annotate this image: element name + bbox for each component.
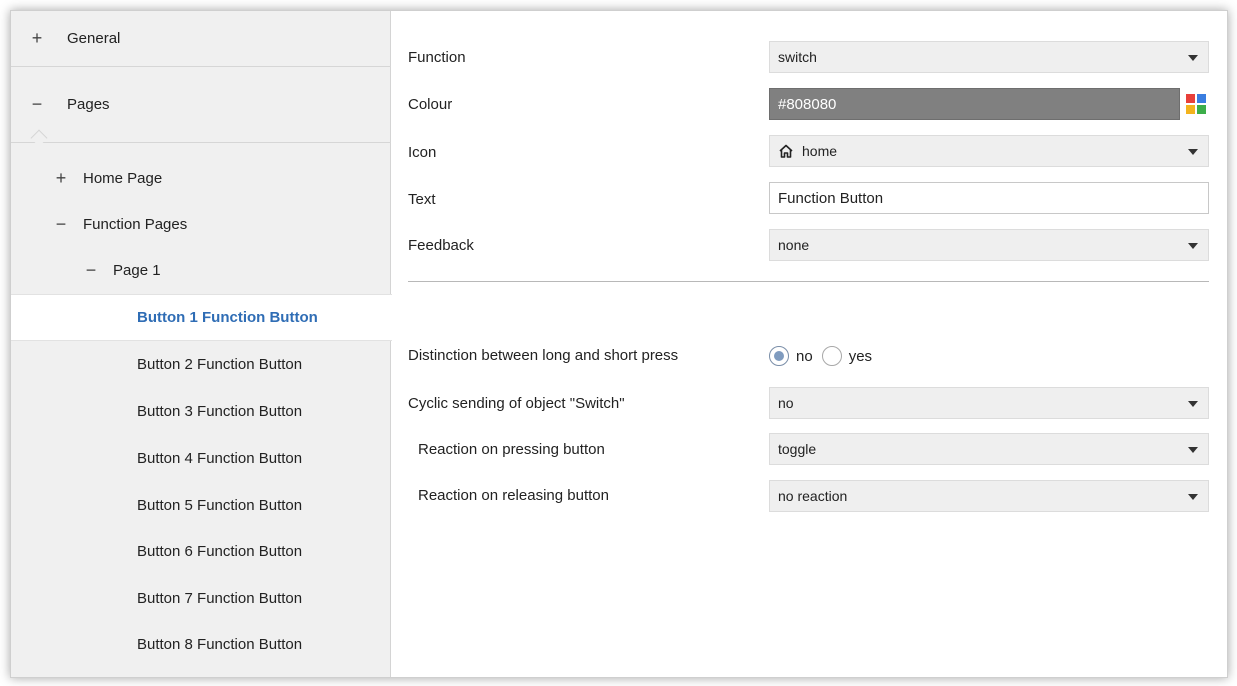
reaction-press-value: toggle: [778, 441, 817, 457]
sidebar-item-label: General: [67, 30, 121, 47]
colour-field[interactable]: #808080: [769, 88, 1180, 120]
radio-yes-label[interactable]: yes: [849, 348, 872, 365]
sidebar-item-label: Pages: [67, 96, 110, 113]
palette-swatch: [1186, 105, 1195, 114]
sidebar-item-button-2[interactable]: Button 2 Function Button: [11, 342, 391, 386]
feedback-value: none: [778, 237, 810, 253]
cyclic-label: Cyclic sending of object "Switch": [408, 395, 625, 412]
sidebar-item-button-8[interactable]: Button 8 Function Button: [11, 622, 391, 666]
sidebar-item-button-3[interactable]: Button 3 Function Button: [11, 389, 391, 433]
sidebar-item-label: Button 6 Function Button: [137, 542, 303, 560]
sidebar-item-function-pages[interactable]: − Function Pages: [11, 202, 391, 246]
text-label: Text: [408, 191, 436, 208]
cyclic-select[interactable]: no: [769, 387, 1209, 419]
reaction-release-label: Reaction on releasing button: [418, 487, 609, 504]
sidebar-item-page-1[interactable]: − Page 1: [11, 248, 391, 292]
sidebar: + General − Pages + Home Page − Function…: [11, 11, 392, 677]
reaction-release-select[interactable]: no reaction: [769, 480, 1209, 512]
window-frame: + General − Pages + Home Page − Function…: [10, 10, 1228, 678]
colour-palette-icon[interactable]: [1186, 94, 1206, 114]
text-input-value: Function Button: [778, 189, 884, 207]
text-input[interactable]: Function Button: [769, 182, 1209, 214]
function-value: switch: [778, 49, 817, 65]
sidebar-item-label: Function Pages: [83, 215, 188, 233]
reaction-press-label: Reaction on pressing button: [418, 441, 605, 458]
sidebar-item-label: Button 1 Function Button: [137, 309, 318, 326]
sidebar-item-button-1[interactable]: Button 1 Function Button: [11, 294, 392, 341]
chevron-down-icon: [1188, 243, 1198, 249]
sidebar-item-button-4[interactable]: Button 4 Function Button: [11, 436, 391, 480]
distinction-radio-group: no yes: [769, 344, 881, 368]
sidebar-item-home-page[interactable]: + Home Page: [11, 156, 391, 200]
colour-value: #808080: [778, 95, 837, 113]
colour-label: Colour: [408, 96, 453, 113]
distinction-label: Distinction between long and short press: [408, 347, 679, 364]
sidebar-item-button-7[interactable]: Button 7 Function Button: [11, 576, 391, 620]
chevron-down-icon: [1188, 494, 1198, 500]
palette-swatch: [1186, 94, 1195, 103]
radio-no-label[interactable]: no: [796, 348, 813, 365]
sidebar-item-pages[interactable]: − Pages: [11, 67, 391, 143]
collapse-icon[interactable]: −: [53, 214, 69, 235]
chevron-down-icon: [1188, 447, 1198, 453]
chevron-down-icon: [1188, 401, 1198, 407]
sidebar-item-label: Home Page: [83, 169, 163, 187]
function-label: Function: [408, 49, 466, 66]
sidebar-item-label: Button 4 Function Button: [137, 449, 303, 467]
palette-swatch: [1197, 105, 1206, 114]
icon-value: home: [802, 143, 838, 159]
sidebar-item-label: Button 8 Function Button: [137, 635, 303, 653]
sidebar-item-label: Button 7 Function Button: [137, 589, 303, 607]
expand-icon[interactable]: +: [29, 28, 45, 49]
sidebar-item-label: Page 1: [113, 261, 161, 279]
sidebar-item-label: Button 3 Function Button: [137, 402, 303, 420]
home-icon: [779, 144, 793, 158]
reaction-release-value: no reaction: [778, 488, 848, 504]
cyclic-value: no: [778, 395, 794, 411]
collapse-icon[interactable]: −: [29, 94, 45, 115]
sidebar-item-button-6[interactable]: Button 6 Function Button: [11, 529, 391, 573]
feedback-select[interactable]: none: [769, 229, 1209, 261]
sidebar-item-button-5[interactable]: Button 5 Function Button: [11, 483, 391, 527]
icon-label: Icon: [408, 144, 437, 161]
expand-icon[interactable]: +: [53, 168, 69, 189]
sidebar-item-general[interactable]: + General: [11, 11, 391, 67]
section-divider: [408, 281, 1209, 282]
palette-swatch: [1197, 94, 1206, 103]
icon-select[interactable]: home: [769, 135, 1209, 167]
function-select[interactable]: switch: [769, 41, 1209, 73]
chevron-down-icon: [1188, 55, 1198, 61]
reaction-press-select[interactable]: toggle: [769, 433, 1209, 465]
chevron-down-icon: [1188, 149, 1198, 155]
parameter-panel: Function switch Colour #808080 Icon home…: [392, 11, 1227, 677]
collapse-icon[interactable]: −: [83, 260, 99, 281]
radio-no[interactable]: [769, 346, 789, 366]
sidebar-item-label: Button 5 Function Button: [137, 496, 303, 514]
feedback-label: Feedback: [408, 237, 474, 254]
sidebar-item-label: Button 2 Function Button: [137, 355, 303, 373]
radio-yes[interactable]: [821, 346, 842, 366]
